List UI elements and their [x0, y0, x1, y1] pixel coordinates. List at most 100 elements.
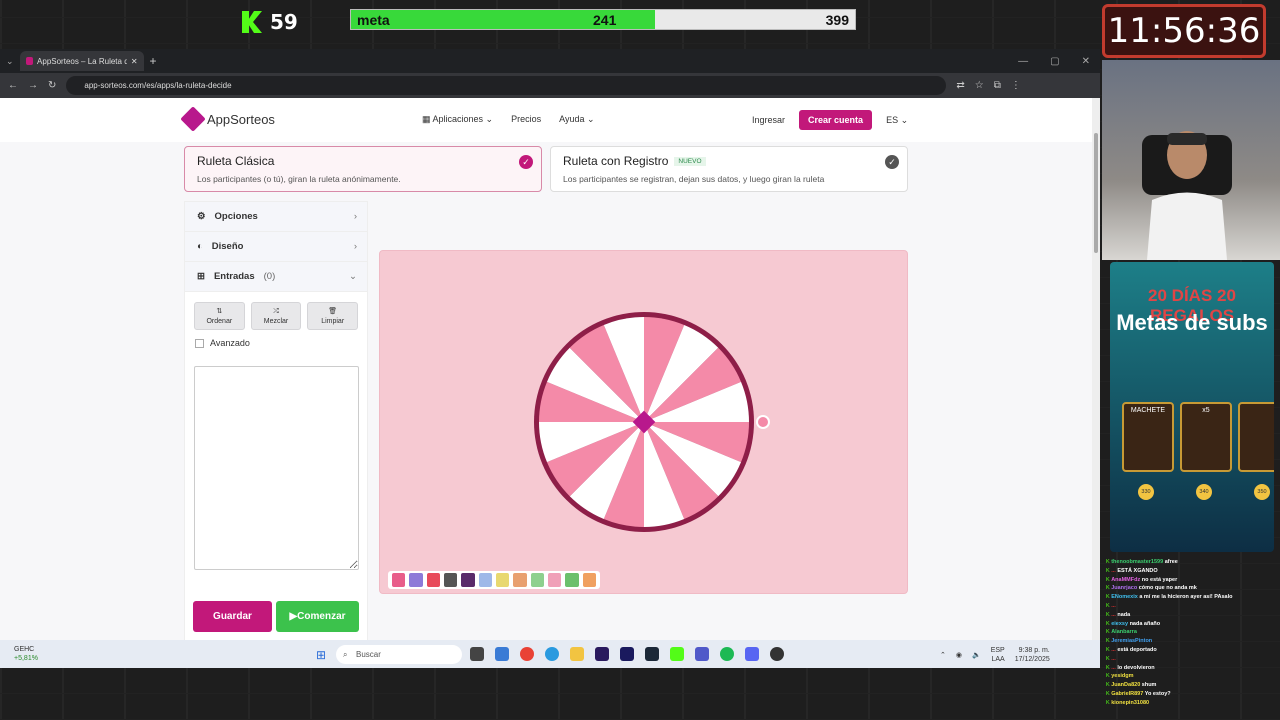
- steam-icon[interactable]: [645, 647, 659, 661]
- url-input[interactable]: app-sorteos.com/es/apps/la-ruleta-decide: [66, 76, 947, 95]
- color-swatch[interactable]: [495, 573, 510, 587]
- color-swatch[interactable]: [426, 573, 440, 587]
- kick-icon[interactable]: [670, 647, 684, 661]
- maximize-icon[interactable]: ▢: [1050, 56, 1059, 67]
- chat-username[interactable]: thenoobmaster1599: [1111, 559, 1165, 565]
- clear-button[interactable]: 🗑 Limpiar: [307, 302, 359, 330]
- color-swatch[interactable]: [565, 573, 579, 587]
- menu-kebab-icon[interactable]: ⋮: [1011, 80, 1021, 91]
- forward-icon[interactable]: →: [28, 80, 38, 91]
- chat-text: ESTÁ XGANDO: [1117, 567, 1158, 574]
- chat-username[interactable]: Alanbarra: [1111, 629, 1137, 635]
- discord-icon[interactable]: [745, 647, 759, 661]
- teams-icon[interactable]: [695, 647, 709, 661]
- advanced-checkbox[interactable]: [195, 338, 204, 348]
- accordion-options[interactable]: ⚙ Opciones ›: [185, 202, 367, 232]
- obs-icon[interactable]: [770, 647, 784, 661]
- premiere-icon[interactable]: [595, 647, 609, 661]
- appsorteos-logo-icon: [180, 106, 206, 132]
- reward-card-3: [1238, 402, 1274, 472]
- sort-button[interactable]: ⇅ Ordenar: [194, 302, 245, 330]
- color-swatch[interactable]: [530, 573, 544, 587]
- chat-username[interactable]: eiexsy: [1111, 621, 1129, 627]
- save-button[interactable]: Guardar: [193, 601, 272, 632]
- tray-chevron-icon[interactable]: ⌃: [940, 651, 946, 659]
- close-tab-icon[interactable]: ✕: [131, 57, 138, 66]
- accordion-entries[interactable]: ⊞ Entradas (0) ⌄: [185, 262, 367, 292]
- chat-username[interactable]: ...: [1111, 656, 1116, 662]
- audition-icon[interactable]: [620, 647, 634, 661]
- taskbar-clock[interactable]: 9:38 p. m. 17/12/2025: [1015, 646, 1050, 664]
- taskbar-search[interactable]: ⌕ Buscar: [336, 645, 462, 664]
- translate-icon[interactable]: ⇄: [956, 80, 964, 91]
- chat-text: no está yaper: [1141, 576, 1178, 583]
- mode-classic-card[interactable]: Ruleta Clásica Los participantes (o tú),…: [184, 146, 542, 192]
- chat-text: nada añaño: [1129, 620, 1161, 627]
- taskbar-apps: [470, 647, 784, 661]
- create-account-button[interactable]: Crear cuenta: [799, 110, 873, 130]
- color-swatch[interactable]: [409, 573, 423, 587]
- chat-username[interactable]: yesidgm: [1111, 673, 1133, 679]
- network-icon[interactable]: ◉: [956, 651, 962, 659]
- entries-textarea[interactable]: [194, 366, 359, 570]
- webcam-feed: [1102, 60, 1280, 260]
- advanced-toggle[interactable]: Avanzado: [185, 338, 367, 348]
- bookmark-star-icon[interactable]: ☆: [975, 80, 984, 91]
- wheel-pointer-icon: [756, 415, 770, 429]
- file-explorer-icon[interactable]: [570, 647, 584, 661]
- chevron-right-icon: ›: [353, 211, 357, 222]
- reload-icon[interactable]: ↻: [48, 80, 56, 91]
- chat-username[interactable]: JeremiasPinton: [1111, 638, 1152, 644]
- chrome-icon[interactable]: [520, 647, 534, 661]
- login-link[interactable]: Ingresar: [752, 115, 785, 125]
- browser-tab[interactable]: AppSorteos – La Ruleta de la Su ✕: [19, 51, 144, 71]
- extensions-icon[interactable]: ⧉: [994, 80, 1001, 91]
- palette-icon: ◐: [197, 241, 203, 252]
- chat-username[interactable]: Juanrjaco: [1111, 585, 1139, 591]
- copilot-icon[interactable]: [495, 647, 509, 661]
- chat-username[interactable]: ENomexix: [1111, 594, 1139, 600]
- edge-icon[interactable]: [545, 647, 559, 661]
- nav-ayuda[interactable]: Ayuda ⌄: [559, 114, 594, 125]
- chat-text: cómo que no anda mk: [1138, 585, 1197, 592]
- color-swatch[interactable]: [582, 573, 596, 587]
- back-icon[interactable]: ←: [8, 80, 18, 91]
- chat-message: K ... lo devolvieron: [1106, 664, 1280, 673]
- color-swatch[interactable]: [547, 573, 562, 587]
- address-bar: ← → ↻ app-sorteos.com/es/apps/la-ruleta-…: [0, 73, 1100, 98]
- color-swatch[interactable]: [461, 573, 475, 587]
- new-tab-icon[interactable]: +: [150, 54, 157, 68]
- chat-username[interactable]: GabrielR897: [1111, 691, 1145, 697]
- stock-widget[interactable]: GEHC +5,81%: [14, 645, 38, 663]
- page-scrollbar[interactable]: [1092, 98, 1100, 640]
- chat-username[interactable]: kionepin31080: [1111, 700, 1149, 706]
- site-logo[interactable]: AppSorteos: [180, 106, 275, 132]
- color-swatch[interactable]: [443, 573, 458, 587]
- windows-start-icon[interactable]: ⊞: [316, 648, 326, 662]
- volume-icon[interactable]: 🔈: [972, 651, 981, 659]
- color-swatch[interactable]: [478, 573, 492, 587]
- language-select[interactable]: ES ⌄: [886, 115, 908, 126]
- tab-bar: ⌄ AppSorteos – La Ruleta de la Su ✕ + — …: [0, 49, 1100, 73]
- input-language[interactable]: ESP LAA: [991, 646, 1005, 664]
- nav-aplicaciones[interactable]: ▦ Aplicaciones ⌄: [422, 114, 493, 125]
- nav-precios[interactable]: Precios: [511, 114, 541, 125]
- chat-username[interactable]: ...: [1111, 603, 1116, 609]
- spotify-icon[interactable]: [720, 647, 734, 661]
- task-view-icon[interactable]: [470, 647, 484, 661]
- chat-username[interactable]: JuanDa820: [1111, 682, 1142, 688]
- shuffle-button[interactable]: ⤮ Mezclar: [250, 302, 302, 330]
- accordion-design[interactable]: ◐ Diseño ›: [185, 232, 367, 262]
- close-window-icon[interactable]: ✕: [1082, 56, 1090, 67]
- chat-username[interactable]: AnaMMFdz: [1111, 577, 1142, 583]
- gift-icon: ⊞: [197, 271, 205, 282]
- reward-card-1: MACHETE: [1122, 402, 1174, 472]
- minimize-icon[interactable]: —: [1018, 56, 1028, 67]
- color-swatch[interactable]: [513, 573, 527, 587]
- goal-current: 241: [593, 12, 617, 28]
- color-swatch[interactable]: [392, 573, 406, 587]
- tab-list-icon[interactable]: ⌄: [6, 56, 14, 67]
- roulette-wheel[interactable]: [380, 251, 909, 595]
- start-button[interactable]: ▶ Comenzar: [276, 601, 359, 632]
- mode-registration-card[interactable]: Ruleta con Registro NUEVO Los participant…: [550, 146, 908, 192]
